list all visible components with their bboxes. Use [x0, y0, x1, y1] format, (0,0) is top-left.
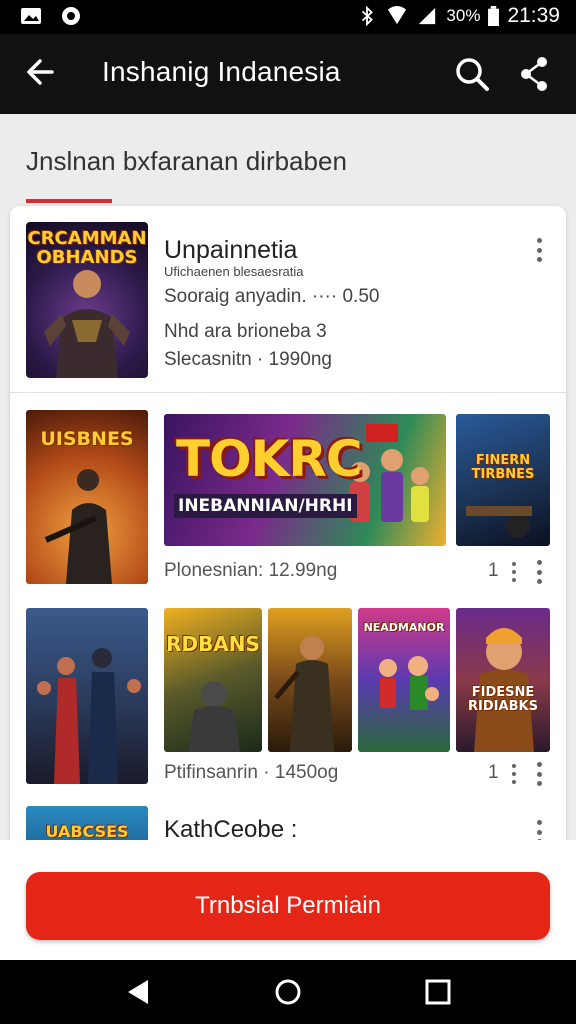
banner-subtitle: INEBANNIAN/HRHI — [174, 494, 357, 518]
system-nav-bar — [0, 960, 576, 1024]
battery-icon — [488, 6, 500, 26]
nav-back-icon[interactable] — [124, 978, 152, 1006]
game-thumbnail[interactable]: UISBNES — [26, 410, 148, 584]
status-time: 21:39 — [507, 4, 560, 27]
game-thumbnail[interactable]: NEADMANOR — [358, 608, 450, 752]
game-thumbnail[interactable]: RDBANS — [164, 608, 262, 752]
featured-game-thumbnail[interactable]: CRCAMMAN OBHANDS — [26, 222, 148, 378]
back-arrow-icon[interactable] — [22, 52, 62, 92]
featured-thumb-label: CRCAMMAN OBHANDS — [27, 228, 147, 268]
game-thumbnail[interactable] — [268, 608, 352, 752]
battery-percent: 30% — [446, 6, 481, 25]
wifi-icon — [388, 6, 407, 25]
game-thumb-label: RDBANS — [166, 632, 260, 656]
heroes-group-figure — [37, 648, 141, 784]
game-thumbnail[interactable]: FIDESNE RIDIABKS — [456, 608, 550, 752]
game-thumb-label: FINERN TIRBNES — [471, 453, 535, 482]
game-size-caption: Ptifinsanrin · 1450og — [164, 762, 339, 783]
featured-game-rating: Sooraig anyadin. ···· 0.50 — [164, 286, 380, 307]
game-count: 1 — [488, 560, 499, 581]
banner-title: TOKRC — [176, 430, 363, 488]
featured-more-icon[interactable] — [529, 236, 549, 264]
featured-game-info: Nhd ara brioneba 3 — [164, 321, 327, 342]
gallery-notification-icon — [21, 8, 41, 24]
featured-game-size: Slecasnitn · 1990ng — [164, 349, 332, 370]
more-options-icon[interactable] — [529, 558, 549, 586]
bluetooth-icon — [362, 6, 374, 26]
nav-home-icon[interactable] — [274, 978, 302, 1006]
game-thumbnail[interactable]: FINERN TIRBNES — [456, 414, 550, 546]
section-tab-indicator — [26, 199, 112, 203]
notification-icon — [62, 7, 80, 25]
warrior-figure — [188, 681, 240, 752]
character-portrait — [474, 628, 534, 752]
more-options-icon[interactable] — [529, 760, 549, 788]
fighter-figure — [274, 636, 334, 752]
game-thumb-label: NEADMANOR — [363, 621, 445, 634]
game-thumb-label: UISBNES — [40, 428, 134, 450]
loading-dots-icon — [508, 764, 520, 784]
share-icon[interactable] — [516, 54, 552, 94]
search-icon[interactable] — [452, 54, 492, 94]
game-count: 1 — [488, 762, 499, 783]
featured-game-title[interactable]: Unpainnetia — [164, 236, 297, 265]
section-title: Jnslnan bxfaranan dirbaben — [26, 146, 347, 176]
signal-icon — [419, 7, 436, 25]
game-size-caption: Plonesnian: 12.99ng — [164, 560, 338, 581]
game-thumb-label: FIDESNE RIDIABKS — [468, 685, 538, 714]
featured-game-subtitle: Ufichaenen blesaesratia — [164, 264, 304, 279]
play-game-button[interactable]: Trnbsial Permiain — [26, 872, 550, 940]
game-banner[interactable]: TOKRC INEBANNIAN/HRHI — [164, 414, 446, 546]
status-bar: 30% 21:39 — [0, 0, 576, 34]
app-bar: Inshanig Indanesia — [0, 34, 576, 114]
game-thumbnail[interactable] — [26, 608, 148, 784]
list-divider — [10, 392, 566, 393]
loading-dots-icon — [508, 562, 520, 582]
game-thumb-label: UABCSES — [45, 822, 129, 841]
game-list-card: CRCAMMAN OBHANDS Unpainnetia Ufichaenen … — [10, 206, 566, 946]
nav-recent-apps-icon[interactable] — [424, 978, 452, 1006]
page-title: Inshanig Indanesia — [102, 56, 341, 87]
